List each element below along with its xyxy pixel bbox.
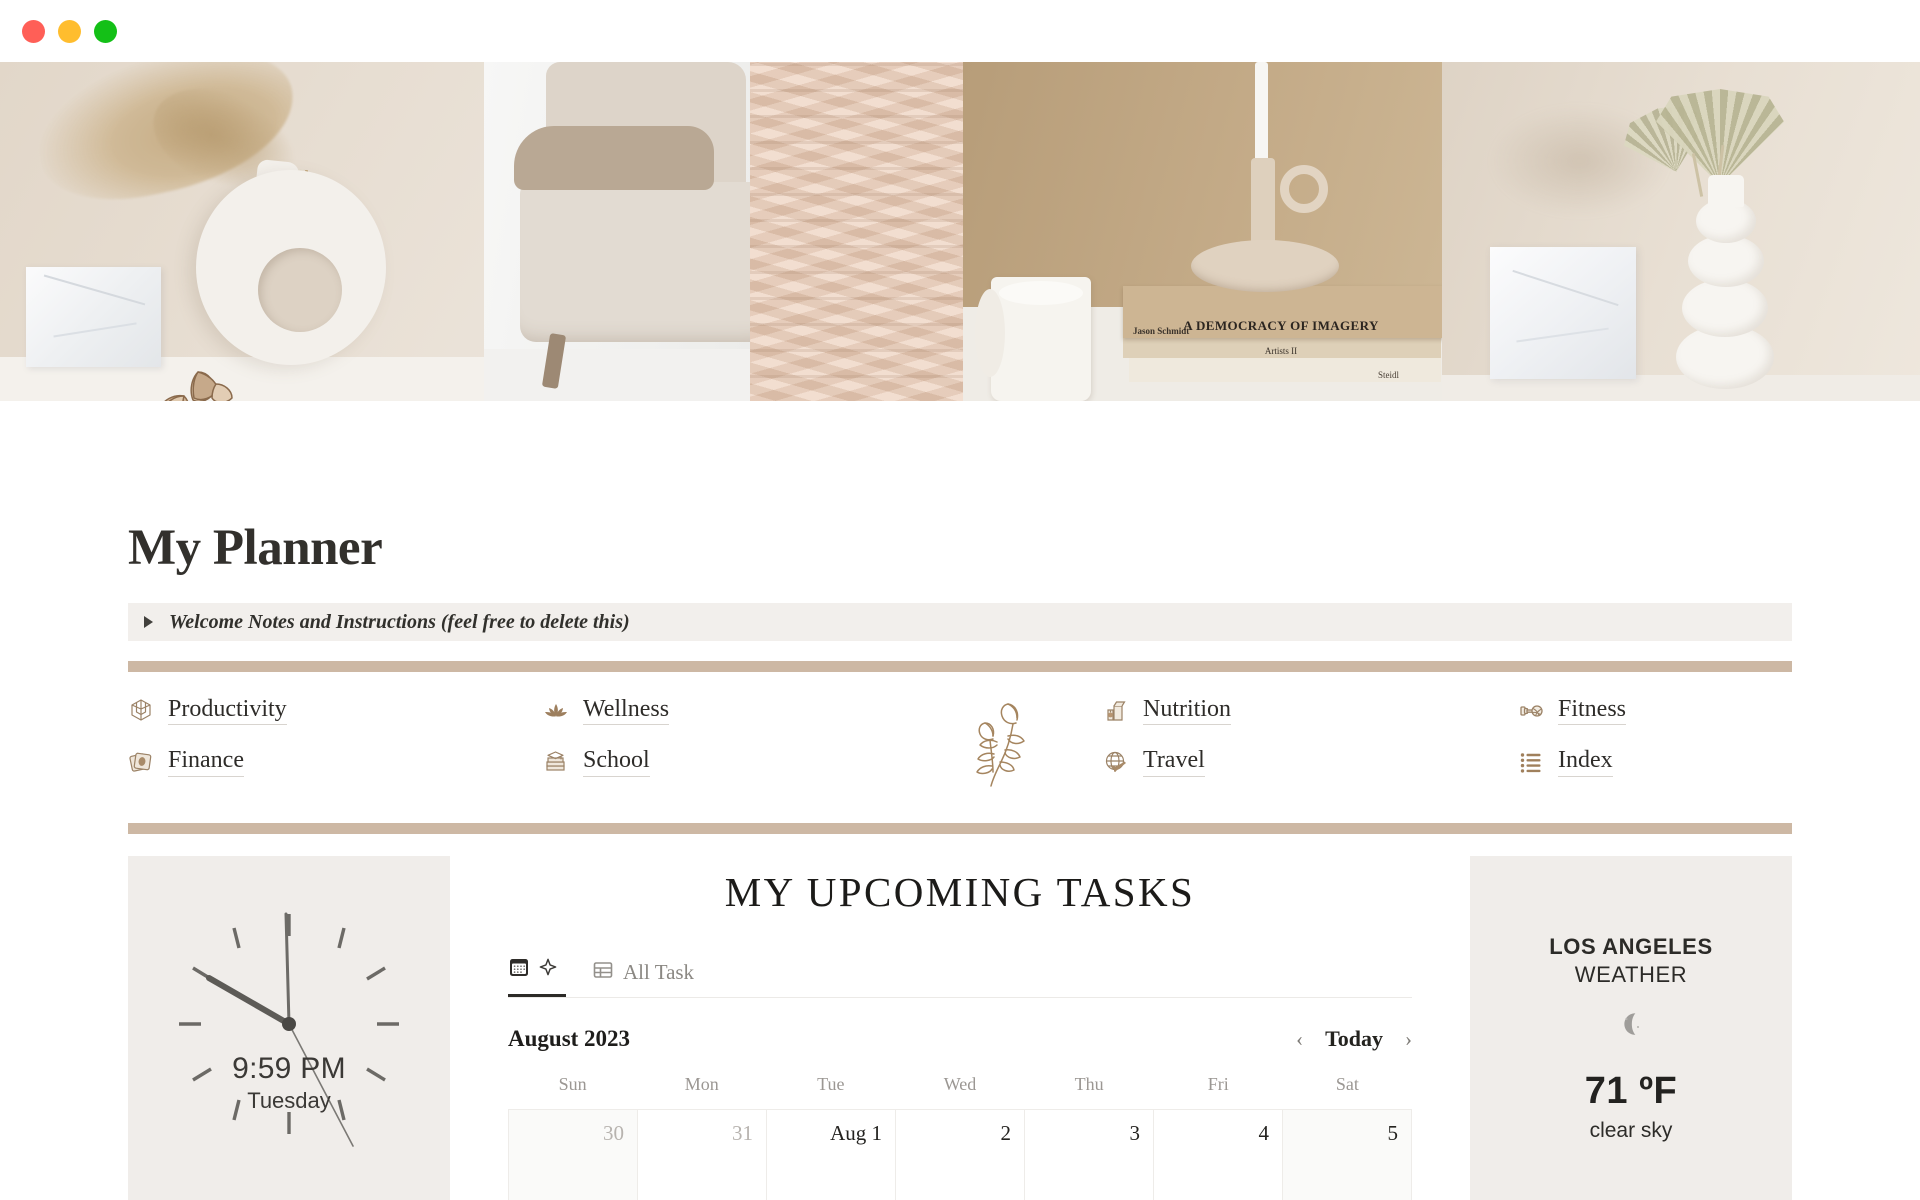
tasks-view-tabs: All Task: [508, 956, 1412, 998]
day-header: Sat: [1335, 1074, 1359, 1094]
banner-image-armchair-blanket: [484, 62, 963, 401]
calendar-cell[interactable]: Aug 1: [767, 1110, 896, 1200]
page-title: My Planner: [128, 520, 383, 576]
calendar-month-label: August 2023: [508, 1026, 631, 1051]
weather-description: clear sky: [1589, 1119, 1673, 1142]
day-header: Sun: [558, 1074, 587, 1094]
book-subtitle: Artists II: [1264, 346, 1298, 356]
floral-sprig-icon: [967, 696, 1039, 797]
nav-link-label: Fitness: [1558, 696, 1627, 726]
close-window-button[interactable]: [22, 19, 45, 43]
banner-image-candle-books: Jason Schmidt A DEMOCRACY OF IMAGERY Art…: [963, 62, 1442, 401]
floral-magnolia-icon[interactable]: [148, 362, 252, 401]
nav-link-travel[interactable]: Travel: [1103, 747, 1205, 777]
table-icon: [592, 959, 614, 986]
nav-link-nutrition[interactable]: Nutrition: [1103, 696, 1231, 726]
nav-link-fitness[interactable]: Fitness: [1518, 696, 1627, 726]
tab-all-task[interactable]: All Task: [592, 959, 694, 997]
maximize-window-button[interactable]: [94, 19, 117, 43]
nav-link-index[interactable]: Index: [1518, 747, 1613, 777]
sparkle-icon: [539, 958, 557, 981]
clock-hour-hand: [206, 975, 292, 1027]
clock-widget[interactable]: 9:59 PM Tuesday: [128, 856, 450, 1200]
welcome-notes-toggle[interactable]: Welcome Notes and Instructions (feel fre…: [128, 603, 1792, 641]
day-header: Thu: [1074, 1074, 1104, 1094]
weather-heading: WEATHER: [1574, 962, 1688, 987]
calendar-grid: 30 31 Aug 1 2 3 4 5: [508, 1109, 1412, 1200]
banner-image-donut-vase: [0, 62, 484, 401]
book-title: A DEMOCRACY OF IMAGERY: [1183, 318, 1379, 333]
fitness-dumbbell-icon: [1518, 698, 1544, 724]
calendar-cell[interactable]: 5: [1283, 1110, 1412, 1200]
weather-temperature: 71 ºF: [1584, 1070, 1678, 1112]
calendar-cell[interactable]: 4: [1154, 1110, 1283, 1200]
divider-top: [128, 661, 1792, 672]
weather-city: LOS ANGELES: [1549, 934, 1713, 959]
banner-image-sculptural-vase: [1442, 62, 1920, 401]
finance-icon: [128, 749, 154, 775]
nav-link-label: Finance: [168, 747, 244, 777]
page-content: My Planner Welcome Notes and Instruction…: [0, 519, 1920, 1200]
calendar-cell[interactable]: 31: [638, 1110, 767, 1200]
index-list-icon: [1518, 749, 1544, 775]
calendar-header: August 2023 ‹ Today ›: [508, 1026, 1412, 1052]
nav-link-label: Nutrition: [1143, 696, 1231, 726]
tab-all-task-label: All Task: [623, 960, 695, 984]
nutrition-groceries-icon: [1103, 698, 1129, 724]
nav-link-label: Index: [1558, 747, 1613, 777]
page-cover-banner[interactable]: Jason Schmidt A DEMOCRACY OF IMAGERY Art…: [0, 62, 1920, 401]
book-publisher: Steidl: [1377, 370, 1399, 380]
chevron-right-icon[interactable]: ›: [1405, 1028, 1412, 1050]
nav-column-2: Wellness School: [543, 696, 903, 797]
upcoming-tasks-section: MY UPCOMING TASKS All Task August 2023 ‹…: [450, 856, 1470, 1200]
chevron-left-icon[interactable]: ‹: [1296, 1028, 1303, 1050]
day-header: Tue: [817, 1074, 845, 1094]
nav-link-label: School: [583, 747, 650, 777]
clock-day: Tuesday: [247, 1088, 331, 1113]
travel-globe-plane-icon: [1103, 749, 1129, 775]
today-button[interactable]: Today: [1325, 1026, 1383, 1052]
nav-link-productivity[interactable]: Productivity: [128, 696, 287, 726]
school-books-icon: [543, 749, 569, 775]
nav-link-wellness[interactable]: Wellness: [543, 696, 670, 726]
productivity-icon: [128, 698, 154, 724]
weather-widget[interactable]: LOS ANGELES WEATHER 71 ºF clear sky: [1470, 856, 1792, 1200]
calendar-day-headers: Sun Mon Tue Wed Thu Fri Sat: [508, 1074, 1412, 1109]
widgets-row: 9:59 PM Tuesday MY UPCOMING TASKS All Ta…: [128, 834, 1792, 1200]
minimize-window-button[interactable]: [58, 19, 81, 43]
wellness-lotus-icon: [543, 698, 569, 724]
nav-link-finance[interactable]: Finance: [128, 747, 244, 777]
window-titlebar: [0, 0, 1920, 62]
nav-column-4: Fitness Index: [1518, 696, 1792, 797]
caret-right-icon[interactable]: [144, 616, 153, 628]
nav-link-label: Wellness: [583, 696, 670, 726]
crescent-moon-icon: [1614, 1010, 1648, 1044]
day-header: Mon: [684, 1074, 719, 1094]
tasks-heading: MY UPCOMING TASKS: [724, 869, 1196, 915]
calendar-nav: ‹ Today ›: [1296, 1026, 1412, 1052]
tab-calendar-view[interactable]: [508, 956, 566, 997]
calendar-cell[interactable]: 3: [1025, 1110, 1154, 1200]
day-header: Fri: [1207, 1074, 1229, 1094]
nav-link-label: Travel: [1143, 747, 1205, 777]
nav-column-3: Nutrition Travel: [1103, 696, 1518, 797]
nav-link-school[interactable]: School: [543, 747, 650, 777]
nav-link-label: Productivity: [168, 696, 287, 726]
calendar-cell[interactable]: 2: [896, 1110, 1025, 1200]
section-nav-links: Productivity Finance Wellness School Nut…: [128, 672, 1792, 805]
analog-clock-face: [179, 912, 399, 1147]
nav-decoration-column: [903, 696, 1103, 797]
welcome-notes-label: Welcome Notes and Instructions (feel fre…: [169, 610, 630, 633]
clock-time: 9:59 PM: [232, 1052, 346, 1085]
calendar-cell[interactable]: 30: [509, 1110, 638, 1200]
calendar-icon: [508, 956, 530, 983]
nav-column-1: Productivity Finance: [128, 696, 543, 797]
day-header: Wed: [943, 1074, 977, 1094]
clock-center-pin: [282, 1017, 296, 1031]
divider-bottom: [128, 823, 1792, 834]
